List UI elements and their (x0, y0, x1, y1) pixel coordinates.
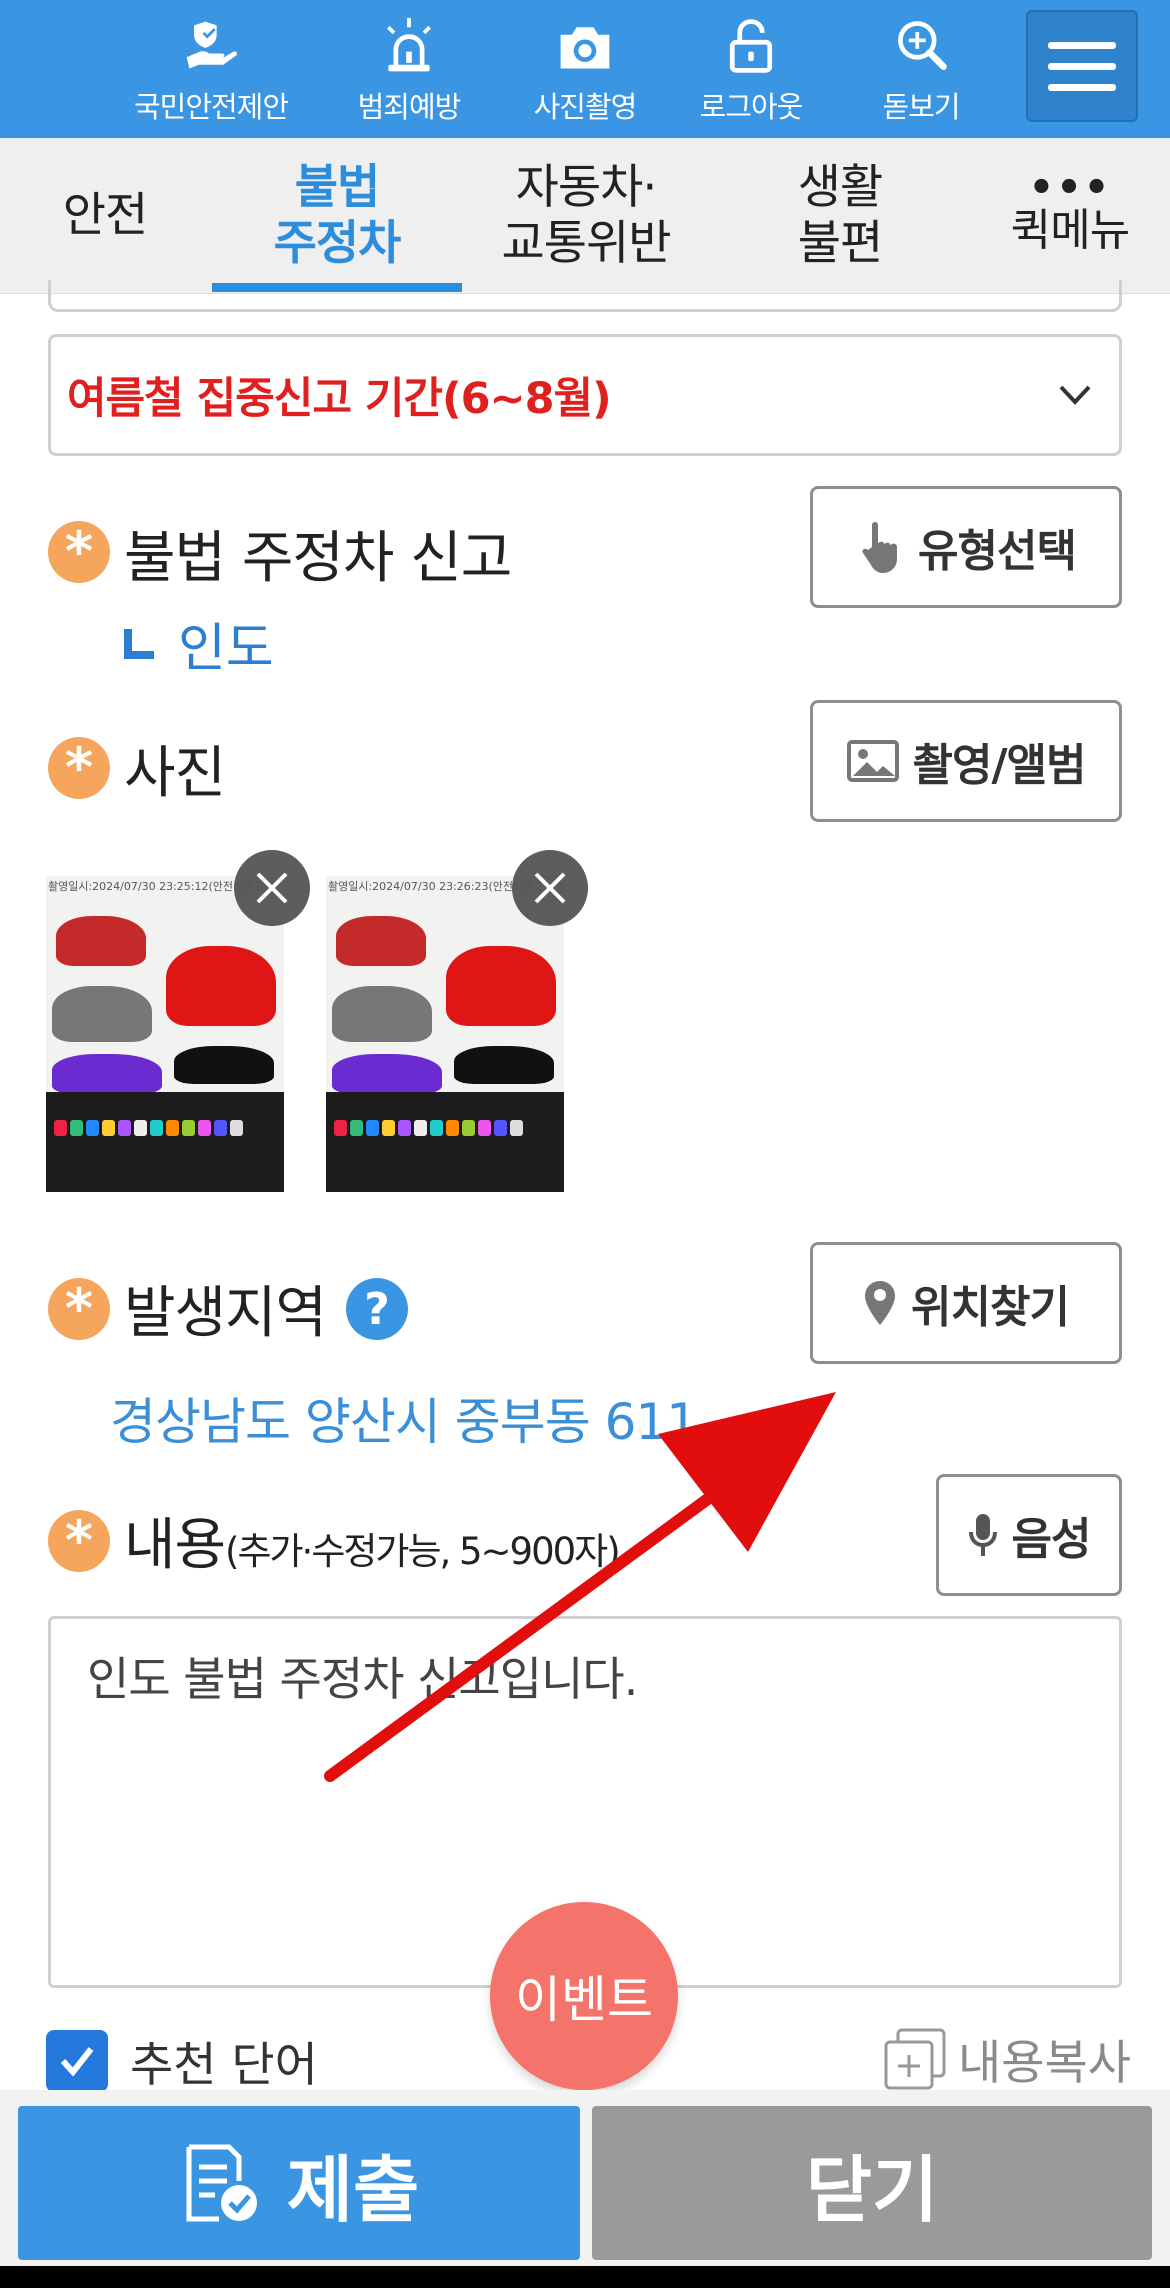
tab-label-line2: 교통위반 (501, 216, 672, 271)
sub-item-corner-icon (124, 628, 154, 659)
close-label: 닫기 (805, 2147, 939, 2232)
copy-content-label: 내용복사 (958, 2036, 1131, 2091)
camera-album-label: 촬영/앨범 (912, 740, 1087, 791)
nav-item-logout[interactable]: 로그아웃 (666, 16, 836, 126)
required-star-icon: * (48, 737, 110, 799)
remove-photo-button[interactable] (512, 850, 588, 926)
nav-label: 사진촬영 (533, 90, 638, 124)
photo-bottom (326, 1092, 564, 1192)
recommend-words-checkbox[interactable]: 추천 단어 (46, 2026, 318, 2095)
image-icon (846, 740, 899, 782)
content-title-text: 내용 (124, 1513, 226, 1578)
tab-traffic-violation[interactable]: 자동차· 교통위반 (476, 138, 696, 294)
more-dots-icon: ••• (1028, 165, 1112, 211)
selected-type-value: 인도 (178, 619, 274, 679)
system-nav-bar (0, 2266, 1170, 2288)
content-hint: (추가·수정가능, 5~900자) (225, 1530, 621, 1573)
hand-shield-icon (186, 21, 238, 69)
nav-label: 국민안전제안 (133, 90, 289, 124)
previous-field-bottom (48, 280, 1122, 312)
period-dropdown[interactable]: 여름철 집중신고 기간(6~8월) (48, 334, 1122, 456)
car-image (336, 916, 426, 966)
magnifier-plus-icon (898, 21, 947, 70)
select-type-button[interactable]: 유형선택 (810, 486, 1122, 608)
find-location-button[interactable]: 위치찾기 (810, 1242, 1122, 1364)
copy-add-icon (884, 2028, 946, 2089)
close-button[interactable]: 닫기 (592, 2106, 1152, 2260)
submit-button[interactable]: 제출 (18, 2106, 580, 2260)
car-image (56, 916, 146, 966)
copy-content-button[interactable]: 내용복사 (884, 2024, 1131, 2093)
document-check-icon (186, 2144, 257, 2222)
car-image (166, 946, 276, 1026)
nav-item-crime-prevention[interactable]: 범죄예방 (324, 16, 494, 126)
map-pin-icon (865, 1281, 896, 1325)
top-nav-bar: 국민안전제안 범죄예방 사진촬영 로그아웃 돋보기 (0, 0, 1170, 138)
car-image (454, 1046, 554, 1084)
period-dropdown-value: 여름철 집중신고 기간(6~8월) (67, 374, 612, 424)
hamburger-menu-button[interactable] (1026, 10, 1138, 122)
help-icon[interactable]: ? (346, 1278, 408, 1340)
unlock-icon (729, 19, 773, 73)
hamburger-icon (1048, 41, 1116, 49)
nav-label: 로그아웃 (699, 90, 804, 124)
tab-label-line1: 불법 (294, 160, 380, 215)
nav-item-magnifier[interactable]: 돋보기 (836, 16, 1006, 126)
car-image (446, 946, 556, 1026)
recommend-words-label: 추천 단어 (130, 2038, 318, 2093)
car-image (332, 986, 432, 1042)
tab-label: 안전 (62, 188, 148, 243)
tab-label-line2: 주정차 (273, 216, 402, 271)
voice-input-label: 음성 (1011, 1514, 1092, 1565)
photo-thumbnail[interactable]: 촬영일시:2024/07/30 23:26:23(안전신문고) (326, 876, 564, 1192)
voice-input-button[interactable]: 음성 (936, 1474, 1122, 1596)
select-type-label: 유형선택 (918, 526, 1077, 577)
car-image (332, 1054, 442, 1094)
photo-bottom (46, 1092, 284, 1192)
required-star-icon: * (48, 1278, 110, 1340)
photo-dock (334, 1120, 554, 1140)
siren-icon (387, 17, 431, 72)
quick-menu-button[interactable]: ••• 퀵메뉴 (990, 138, 1150, 294)
camera-icon (560, 27, 610, 69)
tab-safety[interactable]: 안전 (20, 138, 190, 294)
tab-illegal-parking[interactable]: 불법 주정차 (212, 138, 462, 294)
remove-photo-button[interactable] (234, 850, 310, 926)
tab-label-line1: 자동차· (515, 160, 658, 215)
quick-menu-label: 퀵메뉴 (1010, 205, 1130, 256)
photo-thumbnail[interactable]: 촬영일시:2024/07/30 23:25:12(안전신문고) (46, 876, 284, 1192)
event-floating-button[interactable]: 이벤트 (490, 1902, 678, 2090)
required-star-icon: * (48, 1510, 110, 1572)
nav-label: 돋보기 (882, 90, 960, 124)
nav-item-take-photo[interactable]: 사진촬영 (500, 16, 670, 126)
car-image (52, 1054, 162, 1094)
nav-item-safety-proposal[interactable]: 국민안전제안 (126, 16, 296, 126)
tab-label-line2: 불편 (797, 216, 883, 271)
category-tabs: 안전 불법 주정차 자동차· 교통위반 생활 불편 ••• 퀵메뉴 (0, 138, 1170, 294)
camera-album-button[interactable]: 촬영/앨범 (810, 700, 1122, 822)
close-icon (256, 872, 288, 904)
microphone-icon (968, 1514, 997, 1556)
car-image (52, 986, 152, 1042)
finger-tap-icon (862, 522, 898, 573)
close-icon (534, 872, 566, 904)
checkbox-checked-icon (46, 2029, 108, 2092)
required-star-icon: * (48, 521, 110, 583)
car-image (174, 1046, 274, 1084)
photo-title: 사진 (124, 741, 226, 806)
find-location-label: 위치찾기 (911, 1282, 1070, 1333)
submit-label: 제출 (286, 2147, 420, 2232)
content-text: 인도 불법 주정차 신고입니다. (87, 1652, 638, 1706)
report-type-title: 불법 주정차 신고 (124, 526, 512, 591)
photo-dock (54, 1120, 274, 1140)
selected-type: 인도 (124, 606, 274, 681)
tab-label-line1: 생활 (797, 160, 883, 215)
location-address: 경상남도 양산시 중부동 611 (110, 1393, 698, 1451)
content-title: 내용(추가·수정가능, 5~900자) (124, 1500, 621, 1581)
tab-living-inconvenience[interactable]: 생활 불편 (740, 138, 940, 294)
location-title: 발생지역 (124, 1281, 327, 1346)
chevron-down-icon (1059, 385, 1091, 405)
nav-label: 범죄예방 (357, 90, 462, 124)
